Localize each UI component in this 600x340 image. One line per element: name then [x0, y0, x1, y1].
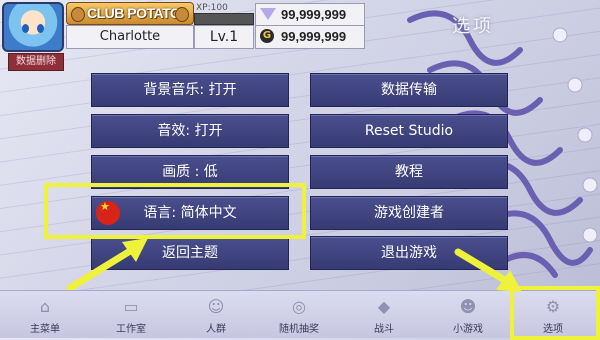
nav-label-battle: 战斗: [374, 324, 394, 335]
nav-label-minigame: 小游戏: [453, 324, 483, 335]
player-name-box: Charlotte: [66, 25, 194, 49]
nav-label-main-menu: 主菜单: [30, 324, 60, 335]
home-icon: ⌂: [39, 297, 51, 316]
coin-amount: 99,999,999: [281, 29, 347, 44]
nav-label-crowd: 人群: [206, 324, 226, 335]
player-header: CLUB POTATO Charlotte XP:100 Lv.1 99,999…: [0, 0, 600, 52]
data-delete-button[interactable]: 数据删除: [8, 53, 64, 71]
club-banner: CLUB POTATO: [66, 2, 194, 25]
gem-counter: 99,999,999: [255, 3, 365, 27]
potato-icon: [71, 7, 85, 22]
bgm-toggle-button[interactable]: 背景音乐: 打开: [91, 73, 289, 107]
tutorial-button[interactable]: 教程: [310, 155, 508, 189]
page-title: 选项: [452, 16, 494, 37]
arrow-pointing-options: [454, 248, 522, 292]
data-transfer-button[interactable]: 数据传输: [310, 73, 508, 107]
nav-label-gacha: 随机抽奖: [279, 324, 319, 335]
coin-icon: G: [260, 29, 274, 43]
xp-label: XP:100: [196, 3, 228, 13]
avatar-eye-left: [22, 24, 29, 33]
minigame-icon: ☻: [459, 297, 477, 316]
diamond-icon: [260, 8, 276, 20]
studio-icon: ▭: [123, 297, 139, 316]
creators-button[interactable]: 游戏创建者: [310, 196, 508, 230]
nav-item-gacha[interactable]: ◎ 随机抽奖: [264, 291, 334, 338]
gem-amount: 99,999,999: [281, 7, 347, 22]
coin-counter: G 99,999,999: [255, 25, 365, 49]
potato-icon: [175, 7, 189, 22]
nav-item-main-menu[interactable]: ⌂ 主菜单: [10, 291, 80, 338]
player-level: Lv.1: [209, 29, 239, 45]
reset-studio-button[interactable]: Reset Studio: [310, 114, 508, 148]
nav-item-crowd[interactable]: ☺ 人群: [181, 291, 251, 338]
sfx-toggle-button[interactable]: 音效: 打开: [91, 114, 289, 148]
player-avatar[interactable]: [2, 2, 64, 52]
player-name: Charlotte: [99, 29, 161, 44]
level-box: Lv.1: [194, 25, 254, 49]
nav-item-studio[interactable]: ▭ 工作室: [96, 291, 166, 338]
avatar-eye-right: [37, 24, 44, 33]
nav-item-battle[interactable]: ◆ 战斗: [349, 291, 419, 338]
arrow-pointing-language: [66, 238, 148, 292]
nav-label-studio: 工作室: [116, 324, 146, 335]
club-label: CLUB POTATO: [87, 5, 181, 21]
crowd-icon: ☺: [207, 297, 225, 316]
xp-progress-bar: [194, 13, 254, 25]
gacha-icon: ◎: [292, 297, 306, 316]
battle-icon: ◆: [377, 297, 391, 316]
